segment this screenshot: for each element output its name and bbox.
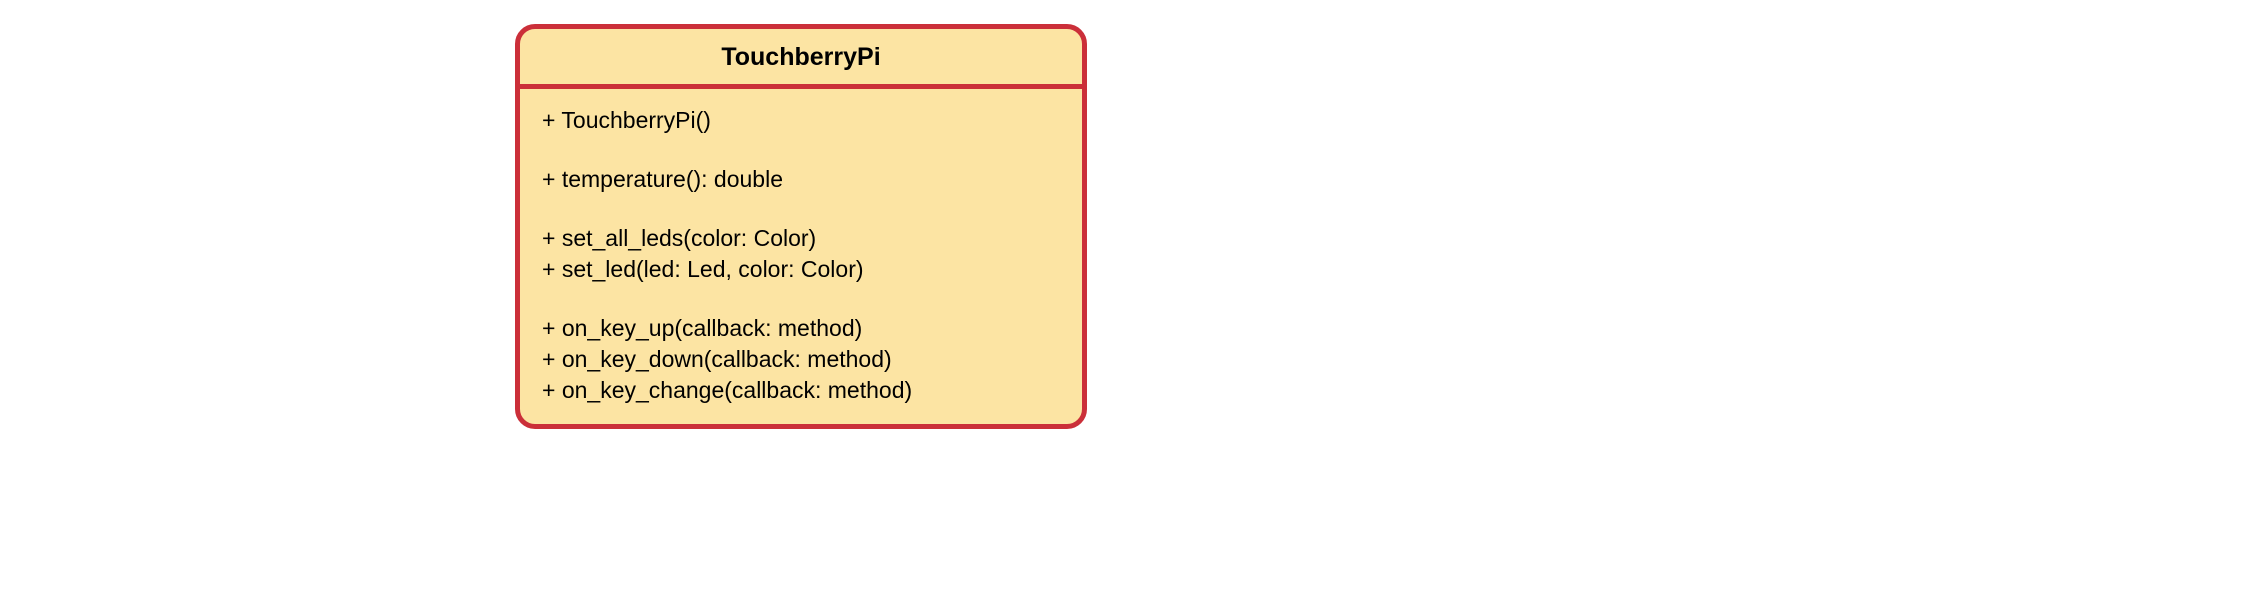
uml-class-box: TouchberryPi + TouchberryPi() + temperat… xyxy=(515,24,1087,429)
uml-member-group: + set_all_leds(color: Color) + set_led(l… xyxy=(542,223,1062,285)
uml-member: + set_all_leds(color: Color) xyxy=(542,223,1062,254)
uml-member-group: + on_key_up(callback: method) + on_key_d… xyxy=(542,313,1062,406)
uml-member: + on_key_down(callback: method) xyxy=(542,344,1062,375)
uml-member: + TouchberryPi() xyxy=(542,105,1062,136)
uml-member-group: + TouchberryPi() xyxy=(542,105,1062,136)
uml-member-group: + temperature(): double xyxy=(542,164,1062,195)
uml-member: + on_key_up(callback: method) xyxy=(542,313,1062,344)
uml-member: + temperature(): double xyxy=(542,164,1062,195)
uml-member: + on_key_change(callback: method) xyxy=(542,375,1062,406)
uml-member: + set_led(led: Led, color: Color) xyxy=(542,254,1062,285)
diagram-canvas: TouchberryPi + TouchberryPi() + temperat… xyxy=(0,0,2244,591)
uml-class-title: TouchberryPi xyxy=(520,29,1082,89)
uml-class-body: + TouchberryPi() + temperature(): double… xyxy=(520,89,1082,424)
